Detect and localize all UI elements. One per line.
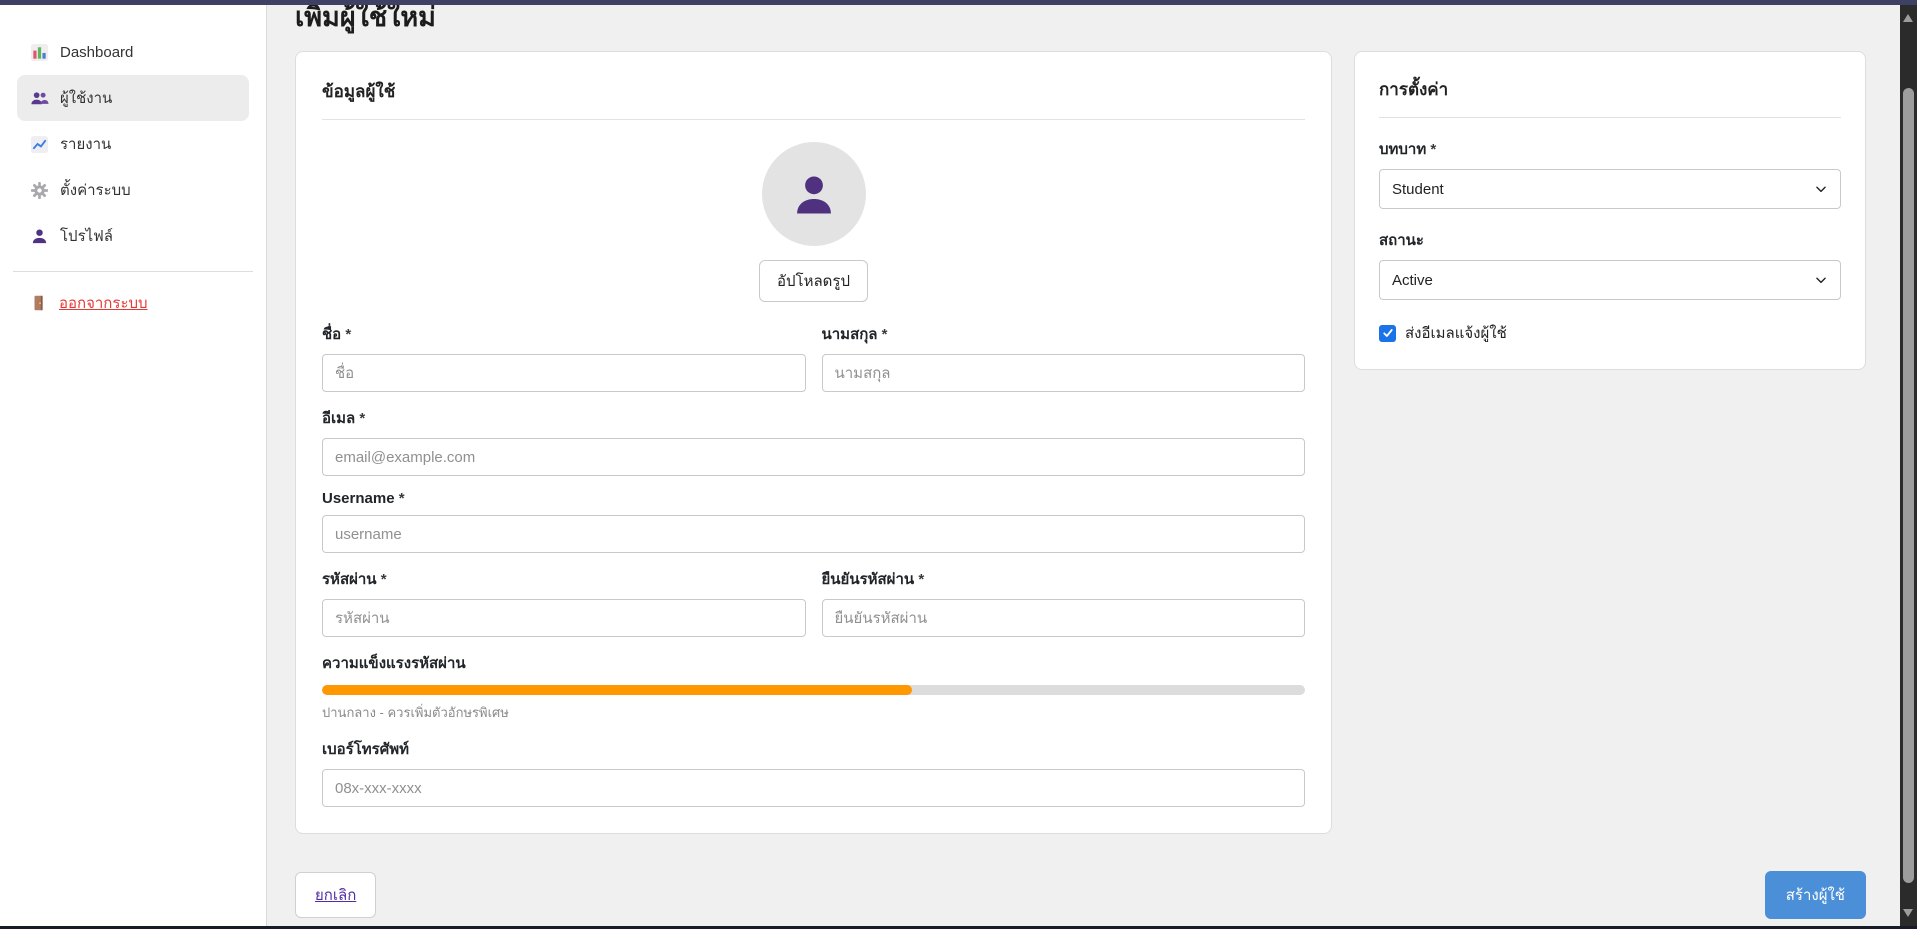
- sidebar-item-label: Dashboard: [60, 44, 133, 61]
- sidebar-item-label: ผู้ใช้งาน: [60, 86, 112, 110]
- user-info-card: ข้อมูลผู้ใช้ อัปโหลดรูป ชื่อ * นามสกุล *: [295, 51, 1332, 834]
- sidebar-item-reports[interactable]: รายงาน: [17, 121, 249, 167]
- scroll-up-arrow-icon[interactable]: [1903, 14, 1913, 22]
- first-name-input[interactable]: [322, 354, 806, 392]
- cancel-button[interactable]: ยกเลิก: [295, 872, 376, 918]
- sidebar-divider: [13, 271, 253, 272]
- card-divider: [322, 119, 1305, 120]
- check-icon: [1382, 327, 1394, 339]
- sidebar-item-label: โปรไฟล์: [60, 224, 113, 248]
- line-chart-icon: [30, 135, 49, 154]
- avatar-person-icon: [788, 168, 840, 220]
- window-top-border: [0, 0, 1917, 5]
- sidebar-item-settings[interactable]: ตั้งค่าระบบ: [17, 167, 249, 213]
- users-icon: [30, 89, 49, 108]
- role-select[interactable]: Student: [1379, 169, 1841, 209]
- email-input[interactable]: [322, 438, 1305, 476]
- scrollbar-thumb[interactable]: [1903, 88, 1914, 883]
- sidebar-item-label: ตั้งค่าระบบ: [60, 178, 131, 202]
- sidebar-item-profile[interactable]: โปรไฟล์: [17, 213, 249, 259]
- create-user-button[interactable]: สร้างผู้ใช้: [1765, 871, 1866, 919]
- notify-checkbox-row[interactable]: ส่งอีเมลแจ้งผู้ใช้: [1379, 321, 1841, 345]
- notify-checkbox[interactable]: [1379, 325, 1396, 342]
- sidebar-item-dashboard[interactable]: Dashboard: [17, 29, 249, 75]
- status-select[interactable]: Active: [1379, 260, 1841, 300]
- vertical-scrollbar[interactable]: [1900, 5, 1917, 926]
- password-input[interactable]: [322, 599, 806, 637]
- chevron-down-icon: [1814, 273, 1828, 287]
- password-strength-label: ความแข็งแรงรหัสผ่าน: [322, 651, 1305, 675]
- card-divider: [1379, 117, 1841, 118]
- status-label: สถานะ: [1379, 228, 1841, 252]
- form-actions: ยกเลิก สร้างผู้ใช้: [295, 871, 1866, 919]
- password-label: รหัสผ่าน *: [322, 567, 806, 591]
- gear-icon: [30, 181, 49, 200]
- sidebar-item-users[interactable]: ผู้ใช้งาน: [17, 75, 249, 121]
- logout-label: ออกจากระบบ: [59, 291, 148, 315]
- confirm-password-input[interactable]: [822, 599, 1306, 637]
- sidebar: Dashboard ผู้ใช้งาน รายงาน ตั้งค่าระบบ โ…: [0, 5, 267, 926]
- upload-photo-button[interactable]: อัปโหลดรูป: [759, 260, 868, 302]
- status-selected-value: Active: [1392, 272, 1433, 289]
- phone-input[interactable]: [322, 769, 1305, 807]
- username-input[interactable]: [322, 515, 1305, 553]
- last-name-label: นามสกุล *: [822, 322, 1306, 346]
- door-icon: [30, 294, 49, 313]
- main-content: เพิ่มผู้ใช้ใหม่ ข้อมูลผู้ใช้ อัปโหลดรูป …: [267, 5, 1917, 926]
- password-strength-helper: ปานกลาง - ควรเพิ่มตัวอักษรพิเศษ: [322, 702, 1305, 723]
- settings-card-title: การตั้งค่า: [1379, 76, 1841, 103]
- role-selected-value: Student: [1392, 181, 1444, 198]
- app-layout: Dashboard ผู้ใช้งาน รายงาน ตั้งค่าระบบ โ…: [0, 0, 1917, 929]
- page-title: เพิ่มผู้ใช้ใหม่: [295, 5, 1883, 32]
- phone-label: เบอร์โทรศัพท์: [322, 737, 1305, 761]
- email-label: อีเมล *: [322, 406, 1305, 430]
- last-name-input[interactable]: [822, 354, 1306, 392]
- chevron-down-icon: [1814, 182, 1828, 196]
- sidebar-item-logout[interactable]: ออกจากระบบ: [17, 280, 249, 326]
- username-label: Username *: [322, 490, 1305, 507]
- confirm-password-label: ยืนยันรหัสผ่าน *: [822, 567, 1306, 591]
- password-strength-fill: [322, 685, 912, 695]
- bar-chart-icon: [30, 43, 49, 62]
- settings-card: การตั้งค่า บทบาท * Student สถานะ Active: [1354, 51, 1866, 370]
- sidebar-item-label: รายงาน: [60, 132, 111, 156]
- user-card-title: ข้อมูลผู้ใช้: [322, 78, 1305, 105]
- person-icon: [30, 227, 49, 246]
- avatar: [762, 142, 866, 246]
- role-label: บทบาท *: [1379, 137, 1841, 161]
- first-name-label: ชื่อ *: [322, 322, 806, 346]
- scroll-down-arrow-icon[interactable]: [1903, 909, 1913, 917]
- password-strength-bar: [322, 685, 1305, 695]
- notify-checkbox-label: ส่งอีเมลแจ้งผู้ใช้: [1405, 321, 1507, 345]
